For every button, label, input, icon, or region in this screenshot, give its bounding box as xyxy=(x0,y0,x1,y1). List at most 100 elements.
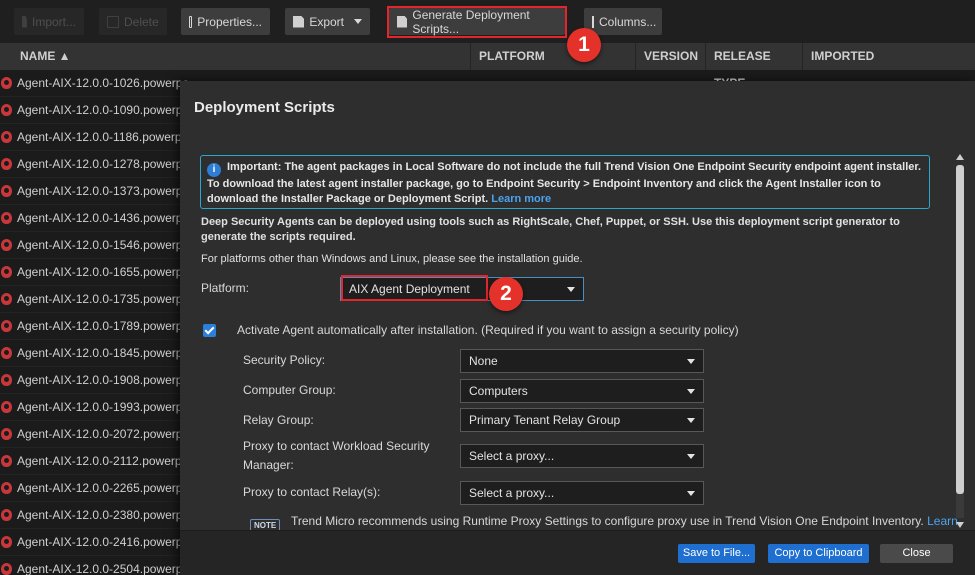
row-name: Agent-AIX-12.0.0-1373.powerpc. xyxy=(17,184,192,198)
properties-label: Properties... xyxy=(197,14,262,29)
note-text-content: Trend Micro recommends using Runtime Pro… xyxy=(291,514,924,528)
proxy-manager-label-line2: Manager: xyxy=(243,458,294,472)
relay-group-value: Primary Tenant Relay Group xyxy=(469,413,621,427)
chevron-down-icon xyxy=(567,287,575,292)
proxy-manager-label-line1: Proxy to contact Workload Security xyxy=(243,439,430,453)
proxy-manager-select[interactable]: Select a proxy... xyxy=(460,444,704,468)
chevron-down-icon xyxy=(687,491,695,496)
step-2-badge: 2 xyxy=(489,277,523,311)
computer-group-select[interactable]: Computers xyxy=(460,379,704,403)
scroll-up-icon[interactable] xyxy=(956,154,964,160)
relay-group-label: Relay Group: xyxy=(243,413,314,427)
row-name: Agent-AIX-12.0.0-1789.powerpc. xyxy=(17,319,192,333)
note-badge: NOTE xyxy=(250,515,281,530)
platform-label: Platform: xyxy=(201,281,250,295)
computer-group-label: Computer Group: xyxy=(243,383,336,397)
export-icon xyxy=(293,15,305,28)
save-to-file-button[interactable]: Save to File... xyxy=(678,544,755,563)
note-text: Trend Micro recommends using Runtime Pro… xyxy=(291,512,958,530)
activate-agent-label: Activate Agent automatically after insta… xyxy=(237,323,739,337)
row-name: Agent-AIX-12.0.0-2380.powerpc. xyxy=(17,508,192,522)
row-name: Agent-AIX-12.0.0-1546.powerpc. xyxy=(17,238,192,252)
proxy-relay-select[interactable]: Select a proxy... xyxy=(460,481,704,505)
import-label: Import... xyxy=(31,14,76,29)
agent-package-icon xyxy=(1,239,12,251)
agent-package-icon xyxy=(1,104,12,116)
export-label: Export xyxy=(309,14,344,29)
import-button[interactable]: Import... xyxy=(14,8,84,35)
scroll-down-icon[interactable] xyxy=(956,522,964,528)
export-button[interactable]: Export xyxy=(285,8,370,35)
column-header-name[interactable]: NAME ▲ xyxy=(0,43,470,70)
deployment-scripts-dialog: Deployment Scripts i Important: The agent… xyxy=(180,81,975,575)
agent-package-icon xyxy=(1,563,12,575)
row-name: Agent-AIX-12.0.0-1186.powerpc. xyxy=(17,130,191,144)
chevron-down-icon xyxy=(687,418,695,423)
agent-package-icon xyxy=(1,158,12,170)
agent-package-icon xyxy=(1,77,12,89)
other-platforms-text: For platforms other than Windows and Lin… xyxy=(201,253,583,265)
dialog-title: Deployment Scripts xyxy=(194,99,335,116)
row-name: Agent-AIX-12.0.0-2265.powerpc. xyxy=(17,481,192,495)
proxy-relay-label: Proxy to contact Relay(s): xyxy=(243,485,381,499)
agent-package-icon xyxy=(1,212,12,224)
agent-package-icon xyxy=(1,293,12,305)
column-header-release-type[interactable]: RELEASE TYPE xyxy=(705,43,802,90)
delete-icon xyxy=(107,15,119,28)
agent-package-icon xyxy=(1,509,12,521)
column-header-version[interactable]: VERSION xyxy=(635,43,705,70)
dialog-body: i Important: The agent packages in Local … xyxy=(180,153,975,530)
scrollbar-thumb[interactable] xyxy=(956,165,964,494)
relay-group-select[interactable]: Primary Tenant Relay Group xyxy=(460,408,704,432)
row-name: Agent-AIX-12.0.0-1655.powerpc. xyxy=(17,265,192,279)
security-policy-value: None xyxy=(469,354,498,368)
copy-to-clipboard-button[interactable]: Copy to Clipboard xyxy=(768,544,869,563)
step-1-badge: 1 xyxy=(567,28,601,62)
agent-package-icon xyxy=(1,482,12,494)
properties-button[interactable]: Properties... xyxy=(181,8,270,35)
proxy-relay-value: Select a proxy... xyxy=(469,486,555,500)
column-header-platform[interactable]: PLATFORM xyxy=(470,43,635,70)
chevron-down-icon xyxy=(687,389,695,394)
security-policy-label: Security Policy: xyxy=(243,353,326,367)
agent-package-icon xyxy=(1,347,12,359)
row-name: Agent-AIX-12.0.0-1436.powerpc. xyxy=(17,211,192,225)
close-button[interactable]: Close xyxy=(880,544,953,563)
agent-package-icon xyxy=(1,266,12,278)
agent-package-icon xyxy=(1,374,12,386)
security-policy-select[interactable]: None xyxy=(460,349,704,373)
chevron-down-icon xyxy=(354,19,362,24)
dialog-scrollbar[interactable] xyxy=(953,153,967,530)
chevron-down-icon xyxy=(687,454,695,459)
activate-agent-checkbox[interactable] xyxy=(203,324,216,337)
row-name: Agent-AIX-12.0.0-1845.powerpc. xyxy=(17,346,192,360)
row-name: Agent-AIX-12.0.0-2504.powerpc. xyxy=(17,562,192,575)
agent-package-icon xyxy=(1,428,12,440)
row-name: Agent-AIX-12.0.0-1993.powerpc. xyxy=(17,400,192,414)
row-name: Agent-AIX-12.0.0-2112.powerpc. xyxy=(17,454,191,468)
row-name: Agent-AIX-12.0.0-1090.powerpc. xyxy=(17,103,192,117)
chevron-down-icon xyxy=(687,359,695,364)
import-icon xyxy=(22,15,27,28)
agent-package-icon xyxy=(1,320,12,332)
computer-group-value: Computers xyxy=(469,384,528,398)
row-name: Agent-AIX-12.0.0-1908.powerpc. xyxy=(17,373,192,387)
column-header-imported[interactable]: IMPORTED xyxy=(802,43,975,70)
agent-package-icon xyxy=(1,455,12,467)
properties-icon xyxy=(189,15,193,28)
row-name: Agent-AIX-12.0.0-2072.powerpc. xyxy=(17,427,192,441)
agent-package-icon xyxy=(1,536,12,548)
important-text: Important: The agent packages in Local S… xyxy=(207,161,922,205)
intro-text: Deep Security Agents can be deployed usi… xyxy=(201,216,900,243)
columns-button[interactable]: Columns... xyxy=(584,8,662,35)
learn-more-link[interactable]: Learn more xyxy=(491,193,551,205)
info-icon: i xyxy=(207,163,221,177)
note-badge-label: NOTE xyxy=(250,519,281,530)
delete-button[interactable]: Delete xyxy=(99,8,167,35)
agent-package-icon xyxy=(1,185,12,197)
proxy-manager-value: Select a proxy... xyxy=(469,449,555,463)
important-notice: i Important: The agent packages in Local … xyxy=(200,155,930,209)
row-name: Agent-AIX-12.0.0-1735.powerpc. xyxy=(17,292,192,306)
row-name: Agent-AIX-12.0.0-1278.powerpc. xyxy=(17,157,192,171)
platform-highlight xyxy=(341,275,488,301)
